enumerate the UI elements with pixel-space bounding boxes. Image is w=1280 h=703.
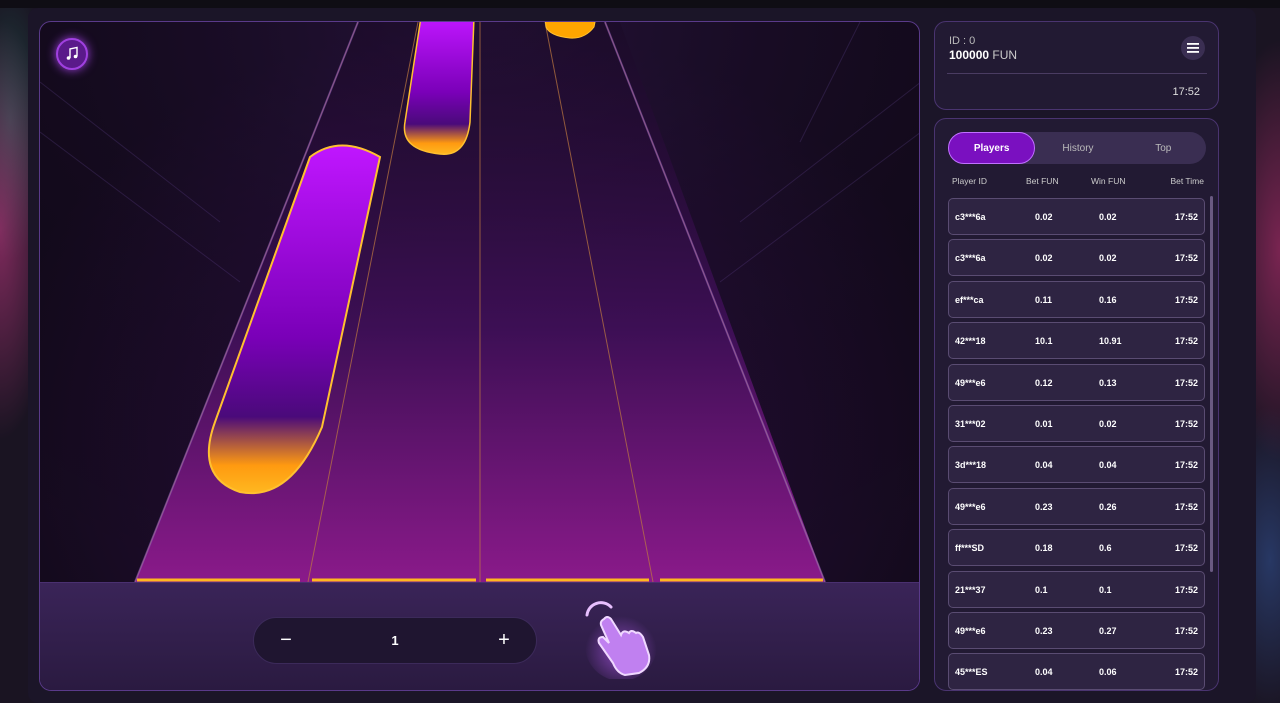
cell-bet: 0.02 <box>1035 212 1053 222</box>
tap-hand-icon <box>585 601 657 681</box>
cell-player-id: ff***SD <box>955 543 985 554</box>
table-row: 21***37 0.1 0.1 17:52 <box>948 570 1205 608</box>
cell-bet-time: 17:52 <box>1174 253 1198 264</box>
cell-bet: 0.11 <box>1035 294 1053 305</box>
hamburger-menu-icon <box>1187 43 1199 53</box>
cell-win: 0.13 <box>1099 377 1117 388</box>
bet-stepper: − 1 + <box>253 617 537 664</box>
cell-bet-time: 17:52 <box>1174 584 1198 595</box>
player-id: ID : 0 <box>949 35 976 47</box>
cell-bet: 0.23 <box>1035 501 1053 512</box>
scrollbar[interactable] <box>1210 196 1213 572</box>
tab-top[interactable]: Top <box>1121 132 1206 164</box>
cell-player-id: 21***37 <box>955 584 986 595</box>
cell-bet: 0.04 <box>1035 460 1053 471</box>
cell-bet: 0.23 <box>1035 625 1053 636</box>
header-player-id: Player ID <box>952 176 987 186</box>
game-board[interactable]: − 1 + <box>39 21 920 691</box>
cell-bet-time: 17:52 <box>1174 667 1198 678</box>
header-win: Win FUN <box>1091 176 1126 186</box>
bet-amount: 1 <box>391 633 399 648</box>
cell-win: 0.16 <box>1099 294 1117 305</box>
cell-bet: 0.1 <box>1035 584 1048 595</box>
cell-player-id: c3***6a <box>955 253 986 264</box>
cell-win: 0.6 <box>1099 543 1112 554</box>
cell-bet: 0.01 <box>1035 418 1053 429</box>
cell-win: 0.04 <box>1099 460 1117 471</box>
table-row: 49***e6 0.23 0.26 17:52 <box>948 487 1205 525</box>
table-row: ff***SD 0.18 0.6 17:52 <box>948 529 1205 567</box>
balance-currency: FUN <box>992 48 1018 62</box>
cell-player-id: 42***18 <box>955 336 986 347</box>
divider <box>947 73 1207 74</box>
table-row: 3d***18 0.04 0.04 17:52 <box>948 446 1205 484</box>
table-row: 49***e6 0.23 0.27 17:52 <box>948 611 1205 649</box>
cell-player-id: 49***e6 <box>955 377 986 388</box>
cell-win: 0.27 <box>1099 625 1117 636</box>
cell-win: 10.91 <box>1099 336 1122 347</box>
cell-win: 0.02 <box>1099 212 1117 222</box>
cell-bet-time: 17:52 <box>1174 294 1198 305</box>
cell-player-id: ef***ca <box>955 294 984 305</box>
music-note-icon <box>66 46 78 60</box>
cell-win: 0.26 <box>1099 501 1117 512</box>
cell-bet: 0.18 <box>1035 543 1053 554</box>
table-row: 45***ES 0.04 0.06 17:52 <box>948 653 1205 690</box>
cell-bet-time: 17:52 <box>1174 212 1198 222</box>
cell-win: 0.02 <box>1099 418 1117 429</box>
cell-player-id: 31***02 <box>955 418 986 429</box>
cell-win: 0.02 <box>1099 253 1117 264</box>
cell-bet-time: 17:52 <box>1174 625 1198 636</box>
cell-bet: 0.04 <box>1035 667 1053 678</box>
cell-bet: 10.1 <box>1035 336 1053 347</box>
cell-bet-time: 17:52 <box>1174 543 1198 554</box>
balance-amount: 100000 <box>949 48 990 62</box>
bets-table: c3***6a 0.02 0.02 17:52 c3***6a 0.02 0.02 17:52… <box>948 198 1205 690</box>
cell-bet-time: 17:52 <box>1174 501 1198 512</box>
tap-button[interactable] <box>577 597 659 681</box>
menu-button[interactable] <box>1181 36 1205 60</box>
table-row: ef***ca 0.11 0.16 17:52 <box>948 280 1205 318</box>
table-row: 42***18 10.1 10.91 17:52 <box>948 322 1205 360</box>
cell-win: 0.1 <box>1099 584 1112 595</box>
cell-player-id: 3d***18 <box>955 460 987 471</box>
cell-win: 0.06 <box>1099 667 1117 678</box>
increase-bet-button[interactable]: + <box>494 629 514 652</box>
account-card: ID : 0 100000 FUN 17:52 <box>934 21 1219 110</box>
tab-bar: Players History Top <box>948 132 1206 164</box>
music-toggle-button[interactable] <box>56 38 88 70</box>
clock: 17:52 <box>1172 86 1200 98</box>
decrease-bet-button[interactable]: − <box>276 629 296 652</box>
header-bet: Bet FUN <box>1026 176 1059 186</box>
cell-player-id: c3***6a <box>955 212 986 222</box>
cell-bet-time: 17:52 <box>1174 418 1198 429</box>
cell-bet-time: 17:52 <box>1174 336 1198 347</box>
tab-history[interactable]: History <box>1035 132 1120 164</box>
cell-bet: 0.02 <box>1035 253 1053 264</box>
table-row: c3***6a 0.02 0.02 17:52 <box>948 239 1205 277</box>
table-header: Player ID Bet FUN Win FUN Bet Time <box>948 176 1206 190</box>
balance: 100000 FUN <box>949 48 1017 62</box>
table-row: 31***02 0.01 0.02 17:52 <box>948 404 1205 442</box>
cell-bet-time: 17:52 <box>1174 377 1198 388</box>
header-bet-time: Bet Time <box>1170 176 1204 186</box>
top-strip <box>0 0 1280 8</box>
cell-player-id: 45***ES <box>955 667 988 678</box>
cell-bet-time: 17:52 <box>1174 460 1198 471</box>
table-row: c3***6a 0.02 0.02 17:52 <box>948 198 1205 235</box>
bets-panel: Players History Top Player ID Bet FUN Wi… <box>934 118 1219 691</box>
table-row: 49***e6 0.12 0.13 17:52 <box>948 363 1205 401</box>
cell-player-id: 49***e6 <box>955 501 986 512</box>
tab-players[interactable]: Players <box>948 132 1036 164</box>
cell-bet: 0.12 <box>1035 377 1053 388</box>
cell-player-id: 49***e6 <box>955 625 986 636</box>
